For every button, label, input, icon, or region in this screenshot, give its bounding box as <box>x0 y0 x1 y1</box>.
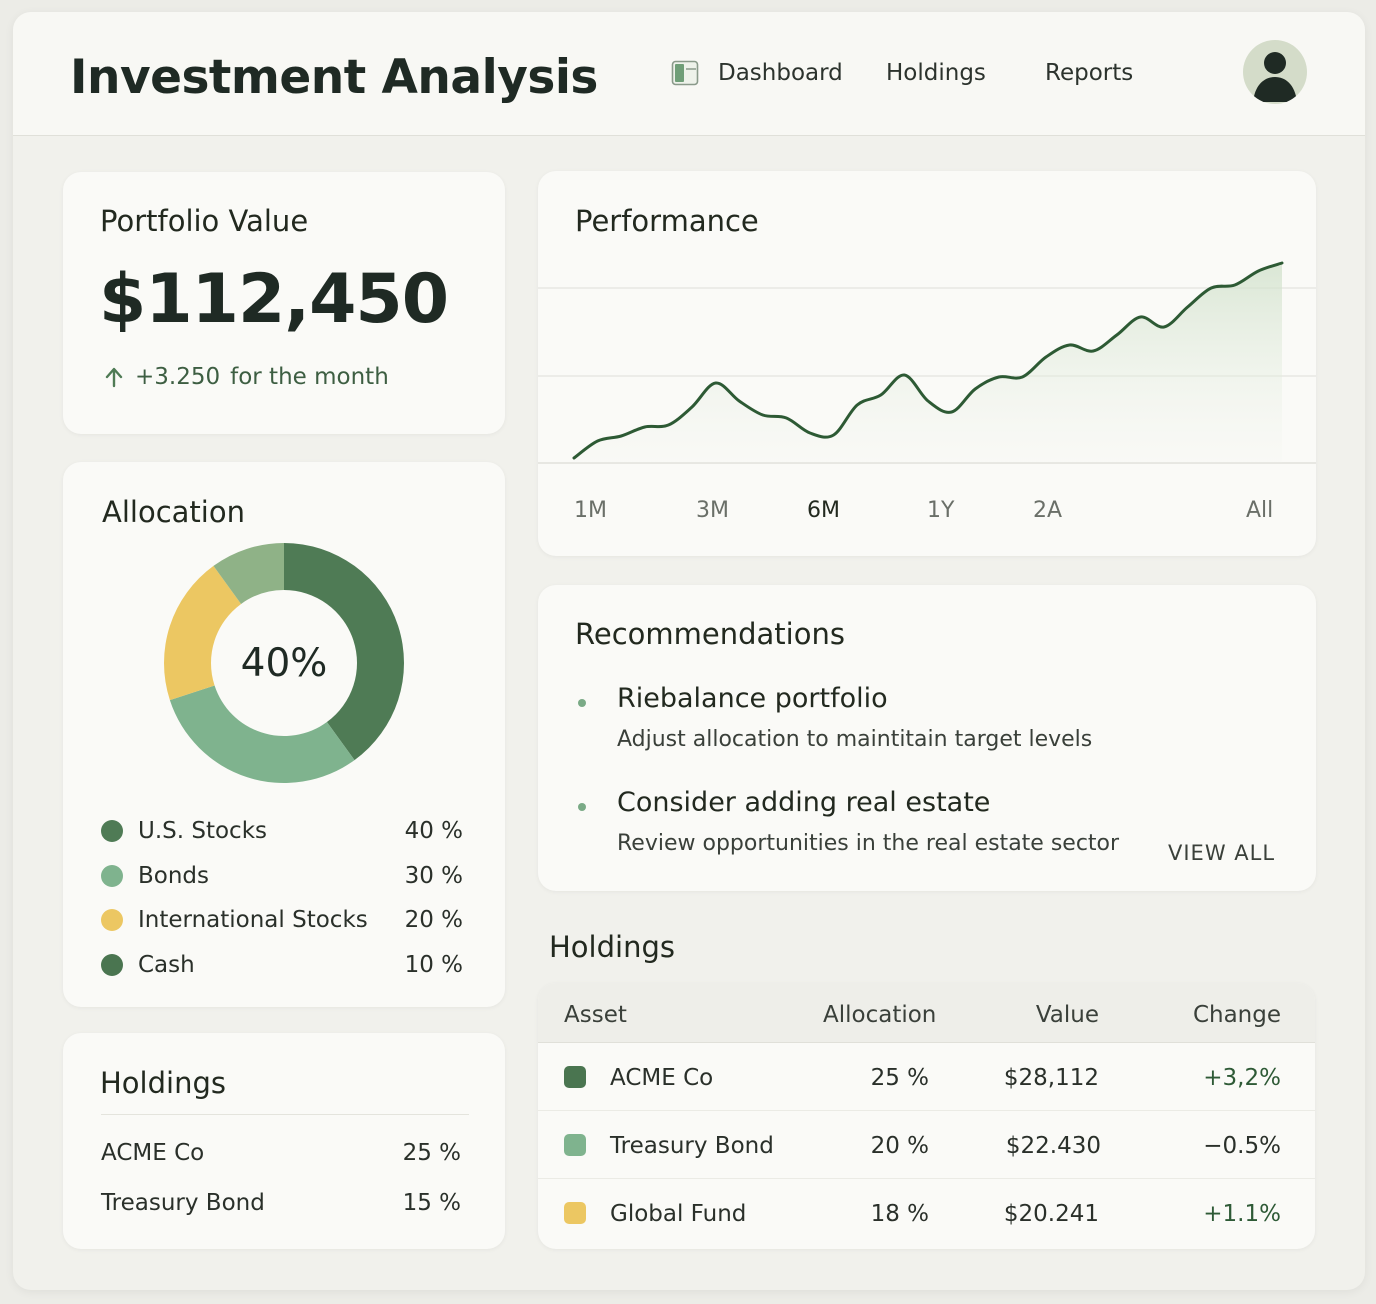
recommendation-title: Riebalance portfolio <box>617 683 888 714</box>
holding-pct: 25 % <box>402 1140 461 1166</box>
column-header-allocation[interactable]: Allocation <box>823 1002 936 1028</box>
recommendation-title: Consider adding real estate <box>617 787 991 818</box>
holding-name: ACME Co <box>101 1140 205 1166</box>
holdings-table: Asset Allocation Value Change ACME Co 25… <box>538 983 1315 1249</box>
holdings-section-title: Holdings <box>549 930 675 964</box>
user-avatar-icon <box>1253 52 1297 102</box>
allocation-center-label: 40% <box>240 640 328 686</box>
nav-dashboard[interactable]: Dashboard <box>671 60 843 86</box>
asset-color-swatch <box>564 1202 586 1224</box>
holdings-summary-title: Holdings <box>100 1066 226 1100</box>
legend-label: International Stocks <box>138 907 368 934</box>
tab-3m[interactable]: 3M <box>696 498 729 523</box>
asset-value: $28,112 <box>1003 1065 1099 1091</box>
view-all-link[interactable]: VIEW ALL <box>1168 841 1275 865</box>
list-item[interactable]: ACME Co 25 % <box>101 1140 461 1166</box>
portfolio-title: Portfolio Value <box>100 204 309 238</box>
legend-item: U.S. Stocks 40 % <box>101 809 463 854</box>
list-item[interactable]: Treasury Bond 15 % <box>101 1190 461 1216</box>
divider <box>101 1114 469 1115</box>
recommendations-title: Recommendations <box>575 617 845 651</box>
legend-percentage: 40 % <box>404 818 463 845</box>
asset-value: $22.430 <box>1005 1133 1101 1159</box>
bullet-icon <box>578 699 586 707</box>
asset-value: $20.241 <box>1003 1201 1099 1227</box>
legend-label: Bonds <box>138 862 210 889</box>
legend-dot <box>101 820 123 843</box>
tab-all[interactable]: All <box>1246 498 1273 523</box>
holding-pct: 15 % <box>402 1190 461 1216</box>
performance-area <box>574 263 1282 463</box>
app-title: Investment Analysis <box>70 50 598 105</box>
tab-6m[interactable]: 6M <box>807 498 840 523</box>
legend-item: Cash 10 % <box>101 943 463 988</box>
asset-allocation: 25 % <box>870 1065 929 1091</box>
allocation-card: Allocation 40% U.S. Stocks 40 % Bonds 30 % I… <box>63 462 505 1007</box>
legend-percentage: 30 % <box>404 862 463 889</box>
table-header: Asset Allocation Value Change <box>538 983 1315 1043</box>
table-row[interactable]: Global Fund 18 % $20.241 +1.1% <box>538 1179 1315 1247</box>
column-header-asset[interactable]: Asset <box>564 1002 627 1028</box>
portfolio-value-card: Portfolio Value $112,450 +3.250 for the … <box>63 172 505 434</box>
asset-allocation: 18 % <box>870 1201 929 1227</box>
legend-item: Bonds 30 % <box>101 854 463 899</box>
portfolio-change: +3.250 for the month <box>103 364 389 390</box>
asset-name: Global Fund <box>610 1201 747 1227</box>
portfolio-value: $112,450 <box>99 260 449 339</box>
column-header-value[interactable]: Value <box>1036 1002 1099 1028</box>
legend-percentage: 20 % <box>404 907 463 934</box>
nav-dashboard-label: Dashboard <box>718 60 843 86</box>
asset-color-swatch <box>564 1066 586 1088</box>
asset-color-swatch <box>564 1134 586 1156</box>
legend-dot <box>101 864 123 887</box>
performance-title: Performance <box>575 204 759 238</box>
asset-name: Treasury Bond <box>610 1133 774 1159</box>
recommendations-card: Recommendations Riebalance portfolio Adj… <box>538 585 1316 891</box>
nav-reports[interactable]: Reports <box>1045 60 1133 86</box>
legend-label: Cash <box>138 951 195 978</box>
portfolio-change-period: for the month <box>230 364 389 390</box>
legend-dot <box>101 953 123 976</box>
dashboard-icon <box>671 60 699 86</box>
performance-card: Performance 1M 3M 6M 1Y 2A All <box>538 171 1316 556</box>
legend-percentage: 10 % <box>404 951 463 978</box>
asset-allocation: 20 % <box>870 1133 929 1159</box>
asset-change: −0.5% <box>1203 1133 1281 1159</box>
table-row[interactable]: ACME Co 25 % $28,112 +3,2% <box>538 1043 1315 1111</box>
arrow-up-icon <box>105 367 123 388</box>
holdings-summary-card: Holdings ACME Co 25 % Treasury Bond 15 % <box>63 1033 505 1249</box>
tab-2a[interactable]: 2A <box>1033 498 1062 523</box>
allocation-title: Allocation <box>102 495 245 529</box>
tab-1y[interactable]: 1Y <box>927 498 954 523</box>
legend-item: International Stocks 20 % <box>101 898 463 943</box>
legend-dot <box>101 909 123 932</box>
recommendation-subtitle: Adjust allocation to maintitain target l… <box>617 727 1093 752</box>
asset-change: +3,2% <box>1203 1065 1281 1091</box>
asset-change: +1.1% <box>1203 1201 1281 1227</box>
legend-label: U.S. Stocks <box>138 818 268 845</box>
bullet-icon <box>578 803 586 811</box>
asset-name: ACME Co <box>610 1065 714 1091</box>
avatar[interactable] <box>1243 40 1307 104</box>
portfolio-change-amount: +3.250 <box>135 364 221 390</box>
tab-1m[interactable]: 1M <box>574 498 607 523</box>
app-window: Investment Analysis Dashboard Holdings R… <box>13 12 1365 1290</box>
allocation-legend: U.S. Stocks 40 % Bonds 30 % International St… <box>101 809 463 987</box>
nav-holdings[interactable]: Holdings <box>886 60 986 86</box>
top-bar: Investment Analysis Dashboard Holdings R… <box>13 12 1365 136</box>
recommendation-subtitle: Review opportunities in the real estate … <box>617 831 1120 856</box>
table-row[interactable]: Treasury Bond 20 % $22.430 −0.5% <box>538 1111 1315 1179</box>
holding-name: Treasury Bond <box>101 1190 265 1216</box>
column-header-change[interactable]: Change <box>1193 1002 1281 1028</box>
